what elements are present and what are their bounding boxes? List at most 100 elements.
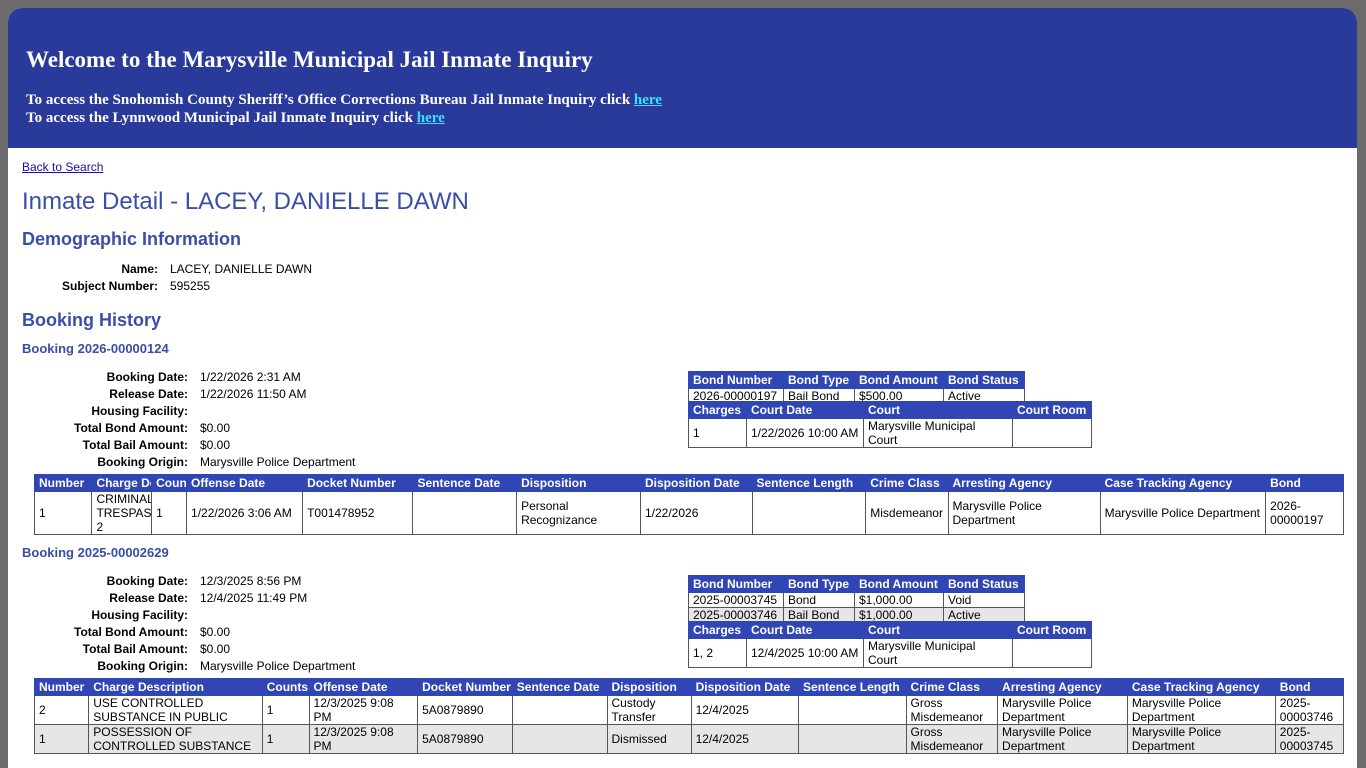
bond-col-header: Bond Number [688,575,784,593]
sheriff-inquiry-link[interactable]: here [634,92,662,108]
court-table: Charges Court Date Court Court Room 1 1/22/20… [688,401,1092,448]
bond-cell: $1,000.00 [854,592,944,608]
charge-cell: USE CONTROLLED SUBSTANCE IN PUBLIC [88,695,263,725]
booking-date-row: Booking Date: 1/22/2026 2:31 AM [22,369,355,386]
bond-col-header: Bond Status [943,575,1025,593]
charges-col-header: Number [33,474,93,492]
charge-cell [412,491,518,535]
charge-cell: Misdemeanor [865,491,949,535]
charge-cell: 5A0879890 [417,695,513,725]
charge-cell: 1 [33,491,93,535]
total-bail-amount-row: Total Bail Amount: $0.00 [22,437,355,454]
charges-col-header: Sentence Date [412,474,518,492]
booking-summary-row: Booking Date: 12/3/2025 8:56 PM Release Da… [22,561,1357,678]
bond-cell: Bond [783,592,855,608]
booking-heading: Booking 2026-00000124 [22,341,169,356]
court-col-header: Court Date [746,621,864,639]
charge-cell [751,491,867,535]
lynnwood-inquiry-link[interactable]: here [417,110,445,126]
housing-facility-value [200,403,355,420]
subject-number-label: Subject Number: [61,279,158,293]
charge-cell: CRIMINAL TRESPASS 2 [91,491,153,535]
charges-col-header: Case Tracking Agency [1126,678,1276,696]
page-frame: Welcome to the Marysville Municipal Jail… [8,8,1357,768]
charge-cell: Custody Transfer [606,695,692,725]
charges-col-header: Bond [1274,678,1345,696]
charge-cell: Dismissed [606,724,692,754]
total-bail-amount-label: Total Bail Amount: [82,438,188,452]
charges-col-header: Sentence Length [751,474,867,492]
charges-header-row: NumberCharge DescriptionCountsOffense Da… [33,678,1345,696]
bond-col-header: Bond Type [783,371,855,389]
charge-cell: 2 [33,695,90,725]
housing-facility-row: Housing Facility: [22,607,355,624]
bond-col-header: Bond Type [783,575,855,593]
booking-section: Booking 2026-00000124 Booking Date: 1/22/2… [22,341,1357,535]
court-cell: 1, 2 [688,638,747,668]
charge-row: 1 POSSESSION OF CONTROLLED SUBSTANCE 1 12/3… [33,724,1345,754]
court-cell [1012,418,1092,448]
booking-origin-value: Marysville Police Department [200,659,356,673]
charge-cell: POSSESSION OF CONTROLLED SUBSTANCE [88,724,263,754]
booking-origin-row: Booking Origin: Marysville Police Departm… [22,658,355,675]
bond-row: 2025-00003745 Bond $1,000.00 Void [688,592,1025,608]
header-banner: Welcome to the Marysville Municipal Jail… [8,8,1357,148]
total-bond-amount-label: Total Bond Amount: [74,625,188,639]
court-cell: 12/4/2025 10:00 AM [746,638,864,668]
charges-table: NumberCharge DescriptionCountsOffense Da… [33,474,1344,535]
charges-table: NumberCharge DescriptionCountsOffense Da… [33,678,1345,754]
charge-cell: Marysville Police Department [1126,724,1276,754]
court-col-header: Court Room [1012,401,1092,419]
subject-number-value: 595255 [170,279,211,293]
charges-col-header: Charge Description [91,474,153,492]
charge-row: 1CRIMINAL TRESPASS 211/22/2026 3:06 AMT0… [33,491,1344,535]
booking-info-table: Booking Date: 1/22/2026 2:31 AM Release Da… [22,369,355,471]
housing-facility-row: Housing Facility: [22,403,355,420]
charge-cell: 5A0879890 [417,724,513,754]
charges-col-header: Sentence Length [798,678,907,696]
bond-col-header: Bond Number [688,371,784,389]
total-bond-amount-label: Total Bond Amount: [74,421,188,435]
bond-table: Bond Number Bond Type Bond Amount Bond Stat… [688,575,1025,623]
charges-col-header: Sentence Date [511,678,608,696]
court-cell [1012,638,1092,668]
charge-cell: 12/4/2025 [690,695,800,725]
booking-date-value: 1/22/2026 2:31 AM [200,370,301,384]
total-bond-amount-value: $0.00 [200,625,231,639]
total-bail-amount-row: Total Bail Amount: $0.00 [22,641,355,658]
charge-cell: Personal Recognizance [516,491,641,535]
booking-history-heading: Booking History [22,310,162,330]
charges-col-header: Docket Number [302,474,414,492]
charge-row: 2 USE CONTROLLED SUBSTANCE IN PUBLIC 1 12/3… [33,695,1345,725]
housing-facility-label: Housing Facility: [91,404,188,418]
booking-summary-row: Booking Date: 1/22/2026 2:31 AM Release Da… [22,357,1357,474]
booking-date-label: Booking Date: [106,370,188,384]
charges-col-header: Offense Date [186,474,304,492]
court-col-header: Court Date [746,401,864,419]
court-col-header: Court [863,401,1013,419]
bond-header-row: Bond Number Bond Type Bond Amount Bond Stat… [688,575,1025,593]
charges-col-header: Arresting Agency [997,678,1128,696]
charge-cell: 1 [261,695,310,725]
charge-cell: 12/4/2025 [690,724,800,754]
total-bond-amount-value: $0.00 [200,421,231,435]
court-table: Charges Court Date Court Court Room 1, 2 12/4… [688,621,1092,668]
total-bail-amount-value: $0.00 [200,438,231,452]
back-to-search-link[interactable]: Back to Search [22,160,103,174]
name-value: LACEY, DANIELLE DAWN [170,262,313,276]
booking-date-value: 12/3/2025 8:56 PM [200,574,302,588]
charge-cell: 1/22/2026 3:06 AM [186,491,304,535]
charge-cell: Marysville Police Department [997,695,1128,725]
court-cell: Marysville Municipal Court [863,418,1013,448]
court-row: 1 1/22/2026 10:00 AM Marysville Municipal … [688,418,1092,448]
booking-date-label: Booking Date: [106,574,188,588]
bond-col-header: Bond Status [943,371,1025,389]
release-date-value: 1/22/2026 11:50 AM [200,387,307,401]
release-date-value: 12/4/2025 11:49 PM [200,591,308,605]
charges-col-header: Charge Description [88,678,263,696]
charges-col-header: Disposition [606,678,692,696]
charges-col-header: Docket Number [417,678,513,696]
court-col-header: Court [863,621,1013,639]
charges-col-header: Crime Class [905,678,999,696]
booking-origin-label: Booking Origin: [97,659,188,673]
